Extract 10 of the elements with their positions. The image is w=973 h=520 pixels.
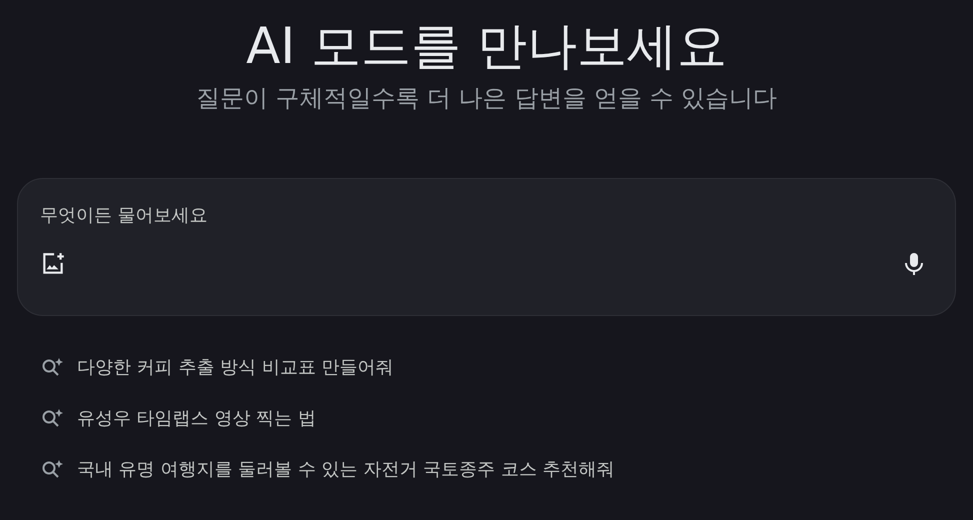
suggestion-link[interactable]: 유성우 타임랩스 영상 찍는 법	[77, 406, 316, 430]
page-title: AI 모드를 만나보세요	[246, 16, 727, 77]
sparkle-search-icon	[41, 458, 65, 480]
sparkle-search-icon	[41, 356, 65, 378]
prompt-input-field[interactable]: 무엇이든 물어보세요	[40, 201, 933, 229]
sparkle-search-icon	[41, 406, 65, 428]
microphone-icon[interactable]	[903, 251, 925, 277]
suggestion-link[interactable]: 국내 유명 여행지를 둘러볼 수 있는 자전거 국토종주 코스 추천해줘	[77, 456, 614, 480]
suggestion-link[interactable]: 다양한 커피 추출 방식 비교표 만들어줘	[77, 354, 394, 378]
page-subtitle: 질문이 구체적일수록 더 나은 답변을 얻을 수 있습니다	[196, 83, 778, 114]
